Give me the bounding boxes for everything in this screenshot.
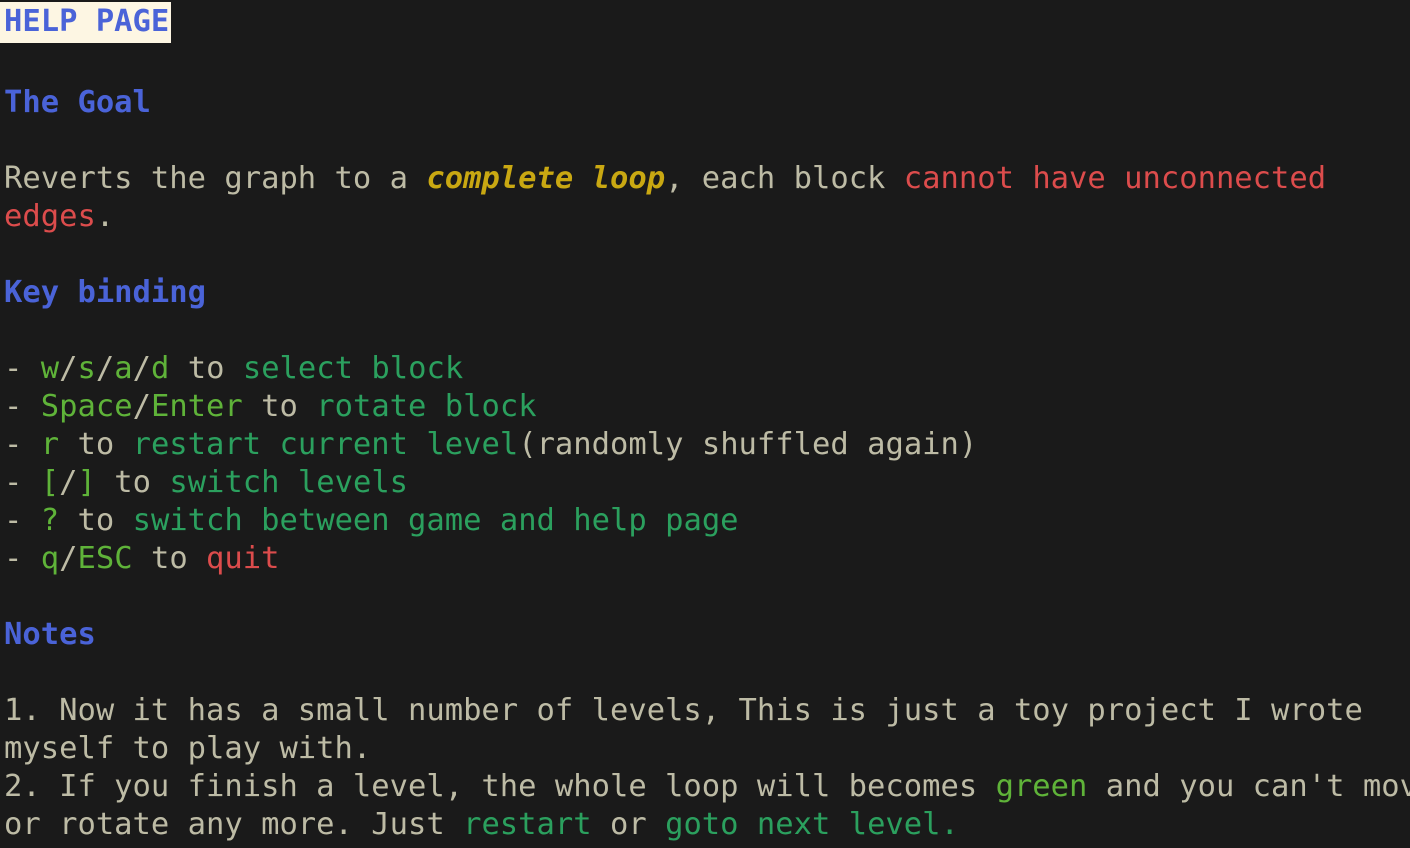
goal-emphasis: complete loop [426, 161, 666, 196]
note-2-text-3: or rotate any more. Just [4, 807, 464, 842]
goal-text-2: , each block [665, 161, 904, 196]
key-r: r [40, 427, 60, 462]
note-item-1: 1. Now it has a small number of levels, … [0, 692, 1410, 768]
key-action: restart current level [132, 427, 519, 462]
connector: to [169, 351, 243, 386]
note-1-line-1: 1. Now it has a small number of levels, … [4, 693, 1363, 728]
page-title-line: HELP PAGE [0, 0, 1410, 46]
goal-text-1: Reverts the graph to a [4, 161, 427, 196]
note-1-line-2: myself to play with. [4, 731, 372, 766]
key-space: Space [40, 389, 133, 424]
goal-warning-part-2: edges [4, 199, 96, 234]
connector: to [242, 389, 317, 424]
key-d: d [151, 351, 170, 386]
key-action: rotate block [316, 389, 537, 424]
connector: to [132, 541, 207, 576]
key-esc: ESC [77, 541, 133, 576]
note-2-text-2: and you can't move [1087, 769, 1410, 804]
list-bullet: - [4, 389, 23, 424]
note-2-text-1: 2. If you finish a level, the whole loop… [4, 769, 996, 804]
goal-paragraph-line-1: Reverts the graph to a complete loop, ea… [0, 160, 1410, 198]
connector: to [59, 503, 133, 538]
key-question-mark: ? [40, 503, 60, 538]
note-2-line-2: or rotate any more. Just restart or goto… [0, 806, 1410, 844]
key-action: switch levels [169, 465, 409, 500]
key-s: s [77, 351, 96, 386]
note-2-line-1: 2. If you finish a level, the whole loop… [0, 768, 1410, 806]
key-separator: / [59, 465, 78, 500]
note-2-restart-word: restart [463, 807, 592, 842]
help-page: HELP PAGE The Goal Reverts the graph to … [0, 0, 1410, 844]
key-binding-item-quit: - q/ESC to quit [0, 540, 1410, 578]
list-bullet: - [4, 465, 23, 500]
key-separator: / [95, 351, 115, 386]
note-2-green-word: green [995, 769, 1088, 804]
note-item-2: 2. If you finish a level, the whole loop… [0, 768, 1410, 844]
list-bullet: - [4, 541, 23, 576]
key-separator: / [132, 351, 151, 386]
key-binding-item-restart-level: - r to restart current level(randomly sh… [0, 426, 1410, 464]
key-separator: / [132, 389, 151, 424]
key-separator: / [59, 541, 78, 576]
key-action: quit [206, 541, 280, 576]
section-heading-notes: Notes [4, 617, 96, 652]
key-binding-item-rotate-block: - Space/Enter to rotate block [0, 388, 1410, 426]
key-action-suffix: (randomly shuffled again) [518, 427, 978, 462]
key-binding-item-toggle-help: - ? to switch between game and help page [0, 502, 1410, 540]
key-q: q [40, 541, 60, 576]
section-heading-the-goal: The Goal [4, 85, 151, 120]
connector: to [95, 465, 170, 500]
goal-warning-part-1: cannot have unconnected [903, 161, 1327, 196]
key-separator: / [59, 351, 78, 386]
note-2-text-4: or [591, 807, 666, 842]
key-bracket-left: [ [40, 465, 60, 500]
goal-text-3: . [95, 199, 115, 234]
note-2-goto-word: goto next level. [665, 807, 959, 842]
key-enter: Enter [150, 389, 243, 424]
section-heading-key-binding: Key binding [4, 275, 206, 310]
key-action: select block [242, 351, 464, 386]
list-bullet: - [4, 427, 23, 462]
connector: to [59, 427, 133, 462]
key-binding-list: - w/s/a/d to select block - Space/Enter … [0, 350, 1410, 578]
key-w: w [40, 351, 60, 386]
list-bullet: - [4, 351, 23, 386]
key-a: a [114, 351, 133, 386]
page-title: HELP PAGE [0, 2, 172, 43]
key-binding-item-switch-levels: - [/] to switch levels [0, 464, 1410, 502]
key-binding-item-select-block: - w/s/a/d to select block [0, 350, 1410, 388]
key-bracket-right: ] [77, 465, 96, 500]
goal-paragraph-line-2: edges. [0, 198, 1410, 236]
list-bullet: - [4, 503, 23, 538]
key-action: switch between game and help page [132, 503, 739, 538]
